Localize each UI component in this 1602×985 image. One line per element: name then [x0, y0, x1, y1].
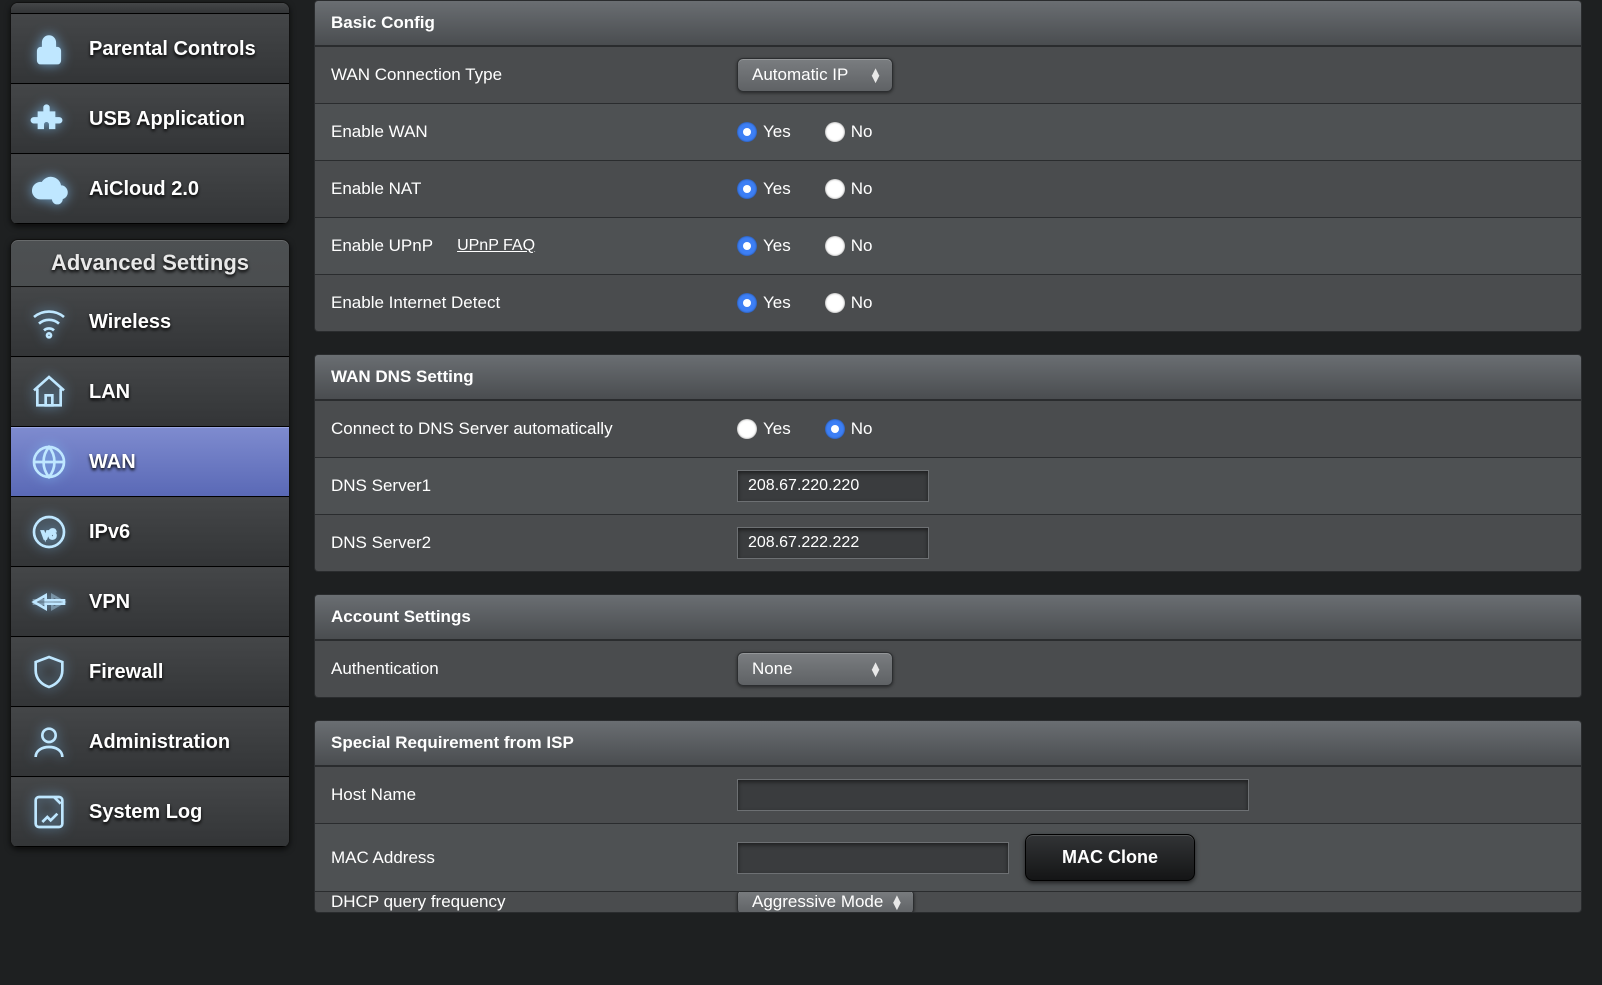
host-label: Host Name	[315, 769, 727, 821]
dns-auto-label: Connect to DNS Server automatically	[315, 403, 727, 455]
sidebar-item-ipv6[interactable]: v6 IPv6	[11, 497, 289, 567]
sidebar-item-administration[interactable]: Administration	[11, 707, 289, 777]
sidebar-item-label: Parental Controls	[89, 38, 256, 61]
sidebar-item-usb-application[interactable]: USB Application	[11, 84, 289, 154]
mac-address-input[interactable]	[737, 842, 1009, 874]
wan-type-select[interactable]: Automatic IP ▲▼	[737, 58, 893, 92]
row-enable-upnp: Enable UPnP UPnP FAQ Yes No	[315, 217, 1581, 274]
sidebar-item-label: USB Application	[89, 108, 245, 131]
cloud-icon	[27, 167, 71, 211]
enable-upnp-yes[interactable]: Yes	[737, 236, 791, 256]
sidebar-item-traffic-manager[interactable]	[11, 3, 289, 14]
row-authentication: Authentication None ▲▼	[315, 640, 1581, 697]
sidebar-item-label: AiCloud 2.0	[89, 178, 199, 201]
sidebar-item-wireless[interactable]: Wireless	[11, 287, 289, 357]
svg-text:v6: v6	[42, 527, 56, 542]
enable-idetect-yes[interactable]: Yes	[737, 293, 791, 313]
sidebar-item-label: Firewall	[89, 661, 163, 684]
sidebar-general-group: Parental Controls USB Application AiClou…	[10, 2, 290, 225]
puzzle-icon	[27, 97, 71, 141]
row-dns-server2: DNS Server2	[315, 514, 1581, 571]
authentication-select[interactable]: None ▲▼	[737, 652, 893, 686]
row-enable-nat: Enable NAT Yes No	[315, 160, 1581, 217]
sidebar-item-wan[interactable]: WAN	[11, 427, 289, 497]
wan-type-value: Automatic IP	[752, 65, 848, 85]
dhcp-value: Aggressive Mode	[752, 892, 883, 912]
caret-icon: ▲▼	[890, 895, 903, 909]
wan-type-label: WAN Connection Type	[315, 49, 727, 101]
host-name-input[interactable]	[737, 779, 1249, 811]
row-dhcp-frequency: DHCP query frequency Aggressive Mode ▲▼	[315, 891, 1581, 912]
advanced-settings-header: Advanced Settings	[11, 240, 289, 287]
sidebar-item-label: LAN	[89, 381, 130, 404]
basic-config-header: Basic Config	[315, 1, 1581, 46]
lock-icon	[27, 27, 71, 71]
account-settings-header: Account Settings	[315, 595, 1581, 640]
vpn-icon	[27, 580, 71, 624]
mac-label: MAC Address	[315, 832, 727, 884]
isp-panel: Special Requirement from ISP Host Name M…	[314, 720, 1582, 913]
dns-auto-no[interactable]: No	[825, 419, 873, 439]
dns-s1-label: DNS Server1	[315, 460, 727, 512]
enable-wan-label: Enable WAN	[315, 106, 727, 158]
row-host-name: Host Name	[315, 766, 1581, 823]
dhcp-select[interactable]: Aggressive Mode ▲▼	[737, 891, 914, 912]
row-enable-wan: Enable WAN Yes No	[315, 103, 1581, 160]
row-mac-address: MAC Address MAC Clone	[315, 823, 1581, 891]
dns-server2-input[interactable]	[737, 527, 929, 559]
sidebar-item-label: Administration	[89, 731, 230, 754]
sidebar-item-label: VPN	[89, 591, 130, 614]
dhcp-label: DHCP query frequency	[315, 892, 727, 912]
basic-config-panel: Basic Config WAN Connection Type Automat…	[314, 0, 1582, 332]
isp-header: Special Requirement from ISP	[315, 721, 1581, 766]
caret-icon: ▲▼	[869, 68, 882, 82]
globe-icon	[27, 440, 71, 484]
dns-server1-input[interactable]	[737, 470, 929, 502]
main-content: Basic Config WAN Connection Type Automat…	[290, 0, 1592, 985]
log-icon	[27, 790, 71, 834]
row-dns-auto: Connect to DNS Server automatically Yes …	[315, 400, 1581, 457]
home-icon	[27, 370, 71, 414]
mac-clone-button[interactable]: MAC Clone	[1025, 834, 1195, 881]
enable-nat-no[interactable]: No	[825, 179, 873, 199]
wan-dns-panel: WAN DNS Setting Connect to DNS Server au…	[314, 354, 1582, 572]
enable-nat-yes[interactable]: Yes	[737, 179, 791, 199]
sidebar-item-firewall[interactable]: Firewall	[11, 637, 289, 707]
sidebar-item-parental-controls[interactable]: Parental Controls	[11, 14, 289, 84]
shield-icon	[27, 650, 71, 694]
auth-value: None	[752, 659, 793, 679]
enable-upnp-no[interactable]: No	[825, 236, 873, 256]
row-dns-server1: DNS Server1	[315, 457, 1581, 514]
sidebar-advanced-group: Advanced Settings Wireless LAN WAN	[10, 239, 290, 848]
sidebar-item-vpn[interactable]: VPN	[11, 567, 289, 637]
dns-s2-label: DNS Server2	[315, 517, 727, 569]
dns-auto-yes[interactable]: Yes	[737, 419, 791, 439]
wan-dns-header: WAN DNS Setting	[315, 355, 1581, 400]
gauge-icon	[27, 3, 71, 13]
user-icon	[27, 720, 71, 764]
sidebar-item-lan[interactable]: LAN	[11, 357, 289, 427]
wifi-icon	[27, 300, 71, 344]
sidebar-item-aicloud[interactable]: AiCloud 2.0	[11, 154, 289, 224]
ipv6-icon: v6	[27, 510, 71, 554]
enable-idetect-label: Enable Internet Detect	[315, 277, 727, 329]
row-enable-internet-detect: Enable Internet Detect Yes No	[315, 274, 1581, 331]
enable-nat-label: Enable NAT	[315, 163, 727, 215]
sidebar-item-label: System Log	[89, 801, 202, 824]
account-settings-panel: Account Settings Authentication None ▲▼	[314, 594, 1582, 698]
upnp-faq-link[interactable]: UPnP FAQ	[457, 237, 535, 255]
enable-wan-no[interactable]: No	[825, 122, 873, 142]
enable-idetect-no[interactable]: No	[825, 293, 873, 313]
sidebar-item-system-log[interactable]: System Log	[11, 777, 289, 847]
row-wan-connection-type: WAN Connection Type Automatic IP ▲▼	[315, 46, 1581, 103]
sidebar-item-label: Wireless	[89, 311, 171, 334]
sidebar-item-label: IPv6	[89, 521, 130, 544]
enable-upnp-label: Enable UPnP	[331, 236, 433, 256]
auth-label: Authentication	[315, 643, 727, 695]
sidebar-item-label: WAN	[89, 451, 136, 474]
enable-wan-yes[interactable]: Yes	[737, 122, 791, 142]
caret-icon: ▲▼	[869, 662, 882, 676]
sidebar: Parental Controls USB Application AiClou…	[10, 0, 290, 985]
